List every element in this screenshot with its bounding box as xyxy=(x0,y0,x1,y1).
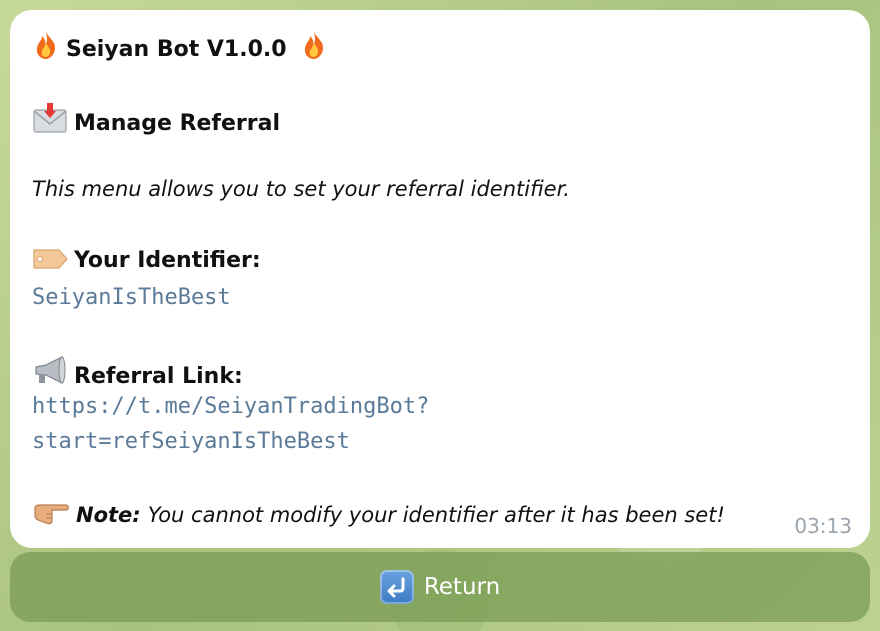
return-arrow-icon xyxy=(379,570,414,604)
section-title: Manage Referral xyxy=(74,111,281,136)
note-text: You cannot modify your identifier after … xyxy=(147,503,725,527)
section-title-line: Manage Referral xyxy=(32,102,280,143)
pointing-hand-icon xyxy=(32,500,70,535)
return-button-label: Return xyxy=(423,574,501,600)
note-label: Note: xyxy=(76,503,141,527)
bot-title: Seiyan Bot V1.0.0 xyxy=(66,37,287,62)
referral-link-line2[interactable]: start=refSeiyanIsTheBest xyxy=(32,427,350,457)
megaphone-icon xyxy=(32,355,68,396)
referral-link-label: Referral Link: xyxy=(74,364,243,389)
envelope-icon xyxy=(32,102,68,143)
fire-icon xyxy=(32,30,60,69)
identifier-label-line: Your Identifier: xyxy=(32,246,261,280)
return-button[interactable]: Return xyxy=(10,552,870,622)
message-bubble: Seiyan Bot V1.0.0 Manage Referral This m… xyxy=(10,10,870,548)
fire-icon xyxy=(300,30,328,69)
identifier-label: Your Identifier: xyxy=(74,248,261,273)
bot-title-line: Seiyan Bot V1.0.0 xyxy=(32,30,334,69)
message-timestamp: 03:13 xyxy=(794,514,852,538)
identifier-value[interactable]: SeiyanIsTheBest xyxy=(32,283,231,313)
description-text: This menu allows you to set your referra… xyxy=(32,177,570,201)
referral-link-line1[interactable]: https://t.me/SeiyanTradingBot? xyxy=(32,392,429,422)
tag-icon xyxy=(32,247,68,280)
referral-link-label-line: Referral Link: xyxy=(32,355,243,396)
note-line: Note: You cannot modify your identifier … xyxy=(32,500,725,535)
